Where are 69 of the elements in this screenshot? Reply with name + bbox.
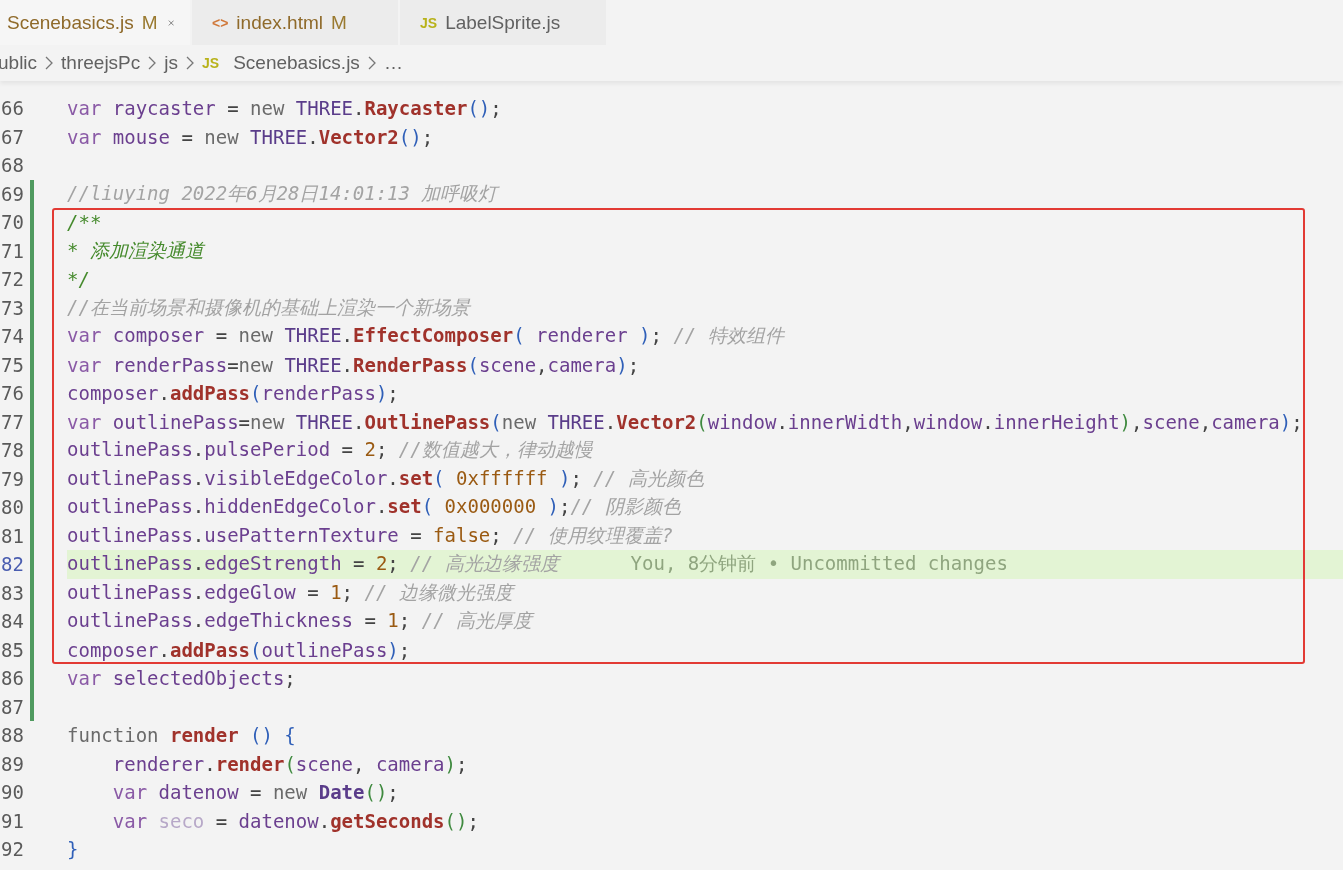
line-number: 81 <box>0 523 24 549</box>
line-number: 87 <box>0 694 24 720</box>
line-number: 88 <box>0 723 24 748</box>
tab-label: LabelSprite.js <box>445 11 561 34</box>
line-number: 72 <box>0 267 24 292</box>
line-number: 73 <box>0 295 24 321</box>
code-line: renderer.render(scene, camera); <box>111 752 468 775</box>
code-line: outlinePass.usePatternTexture = false; // 使用纹理覆盖? <box>67 522 673 548</box>
code-line: var mouse = new THREE.Vector2(); <box>67 125 434 148</box>
editor-tab[interactable]: JS LabelSprite.js <box>400 0 606 45</box>
line-number: 86 <box>0 666 24 691</box>
blame-annotation: You, 8分钟前 • Uncommitted changes <box>630 551 1008 577</box>
line-number: 85 <box>0 637 24 663</box>
line-number: 70 <box>0 210 24 235</box>
code-line: composer.addPass(renderPass); <box>67 382 399 405</box>
code-line: var renderPass=new THREE.RenderPass(scene,camera); <box>67 353 640 376</box>
line-number: 91 <box>0 808 24 834</box>
editor-tab[interactable]: <> index.html M <box>192 0 398 45</box>
code-line: outlinePass.pulsePeriod = 2; //数值越大，律动越慢 <box>67 437 593 463</box>
line-number: 90 <box>0 780 24 805</box>
line-number: 66 <box>0 96 24 121</box>
chevron-icon <box>367 56 376 70</box>
tab-label: index.html <box>236 11 323 34</box>
file-type-icon: <> <box>212 14 229 31</box>
line-number: 84 <box>0 609 24 634</box>
code-line: //在当前场景和摄像机的基础上渲染一个新场景 <box>67 294 470 320</box>
code-line: * 添加渲染通道 <box>67 237 204 263</box>
line-number: 68 <box>0 153 24 178</box>
line-number: 69 <box>0 181 24 207</box>
modified-label: M <box>141 11 158 34</box>
code-line: function render () { <box>67 724 296 747</box>
code-line: var composer = new THREE.EffectComposer( renderer ); // 特效组件 <box>67 323 784 349</box>
line-number: 67 <box>0 124 24 150</box>
code-line: //liuying 2022年6月28日14:01:13 加呼吸灯 <box>67 180 498 206</box>
code-line: */ <box>67 268 90 291</box>
line-number: 78 <box>0 438 24 463</box>
line-number: 92 <box>0 837 24 862</box>
chevron-icon <box>45 56 54 70</box>
code-line: outlinePass.visibleEdgeColor.set( 0xffffff ); // 高光颜色 <box>67 465 704 491</box>
code-line: var raycaster = new THREE.Raycaster(); <box>67 97 502 120</box>
tab-label: Scenebasics.js <box>7 11 134 34</box>
breadcrumb-item[interactable]: threejsPc <box>61 52 141 74</box>
code-line: var outlinePass=new THREE.OutlinePass(new THREE.Vector2(window.innerWidth,window.innerHeight),scene,camera); <box>67 410 1303 433</box>
line-number: 82 <box>0 552 24 577</box>
line-number: 83 <box>0 580 24 606</box>
code-line: composer.addPass(outlinePass); <box>67 638 411 661</box>
breadcrumb-item[interactable]: js <box>164 52 178 74</box>
code-line: } <box>67 838 79 861</box>
file-type-icon: JS <box>202 55 220 71</box>
line-number: 71 <box>0 238 24 264</box>
line-number: 89 <box>0 751 24 777</box>
line-number: 79 <box>0 466 24 492</box>
breadcrumb-item[interactable]: ublic <box>0 52 38 74</box>
chevron-icon <box>148 56 157 70</box>
code-line: var selectedObjects; <box>67 667 296 690</box>
line-number: 75 <box>0 352 24 378</box>
chevron-icon <box>186 56 194 70</box>
line-number: 77 <box>0 409 24 435</box>
line-number: 76 <box>0 381 24 406</box>
file-type-icon: JS <box>420 14 438 31</box>
code-line: outlinePass.hiddenEdgeColor.set( 0x000000 );// 阴影颜色 <box>67 494 681 520</box>
code-line: var datenow = new Date(); <box>111 781 399 804</box>
line-number: 80 <box>0 495 24 520</box>
breadcrumb-item[interactable]: Scenebasics.js <box>233 52 360 74</box>
line-number: 74 <box>0 324 24 349</box>
breadcrumb-item[interactable]: … <box>383 52 403 74</box>
code-line: /** <box>67 211 102 234</box>
modified-label: M <box>330 11 347 34</box>
code-line: var seco = datenow.getSeconds(); <box>111 809 479 832</box>
